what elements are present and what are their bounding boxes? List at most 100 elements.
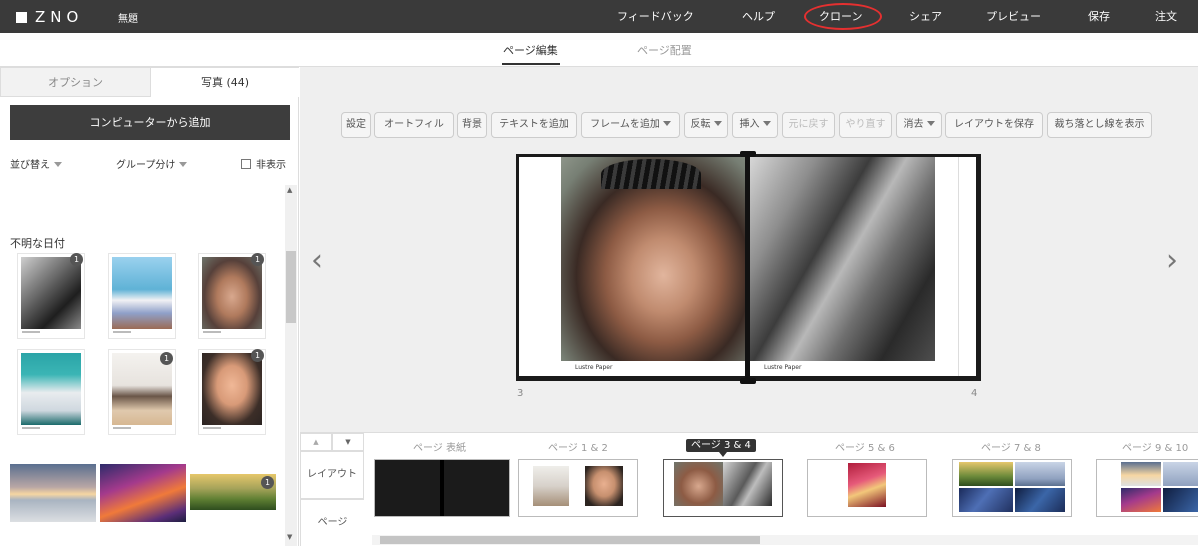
sort-dropdown[interactable]: 並び替え [10,156,62,171]
left-page[interactable]: Lustre Paper [519,157,747,376]
page-spread: Lustre Paper Lustre Paper [516,151,981,384]
photo-image [112,257,172,329]
spread-thumbnail-3-4[interactable] [664,460,782,516]
scroll-up-icon[interactable]: ▲ [287,186,292,194]
photo-list-scrollbar[interactable] [285,185,297,546]
photo-caption [113,427,131,429]
autofill-button[interactable]: オートフィル [374,112,454,138]
save-layout-button[interactable]: レイアウトを保存 [945,112,1043,138]
page-label-1-2: ページ 1 & 2 [548,443,608,454]
logo-text: ZNO [35,8,84,26]
left-page-caption[interactable]: Lustre Paper [575,364,612,371]
gutter-bottom-marker [740,378,756,384]
photo-frame-portrait[interactable] [561,157,747,361]
previous-spread-arrow[interactable]: ‹ [311,243,323,278]
active-page-pointer [719,452,727,457]
spread-thumbnail-cover[interactable] [375,460,509,516]
save-link[interactable]: 保存 [1088,0,1110,33]
page-strip: ▲ ▼ レイアウト ページ ページ 表紙 ページ 1 & 2 ページ 3 & 4… [300,432,1198,546]
thumb-photo [1163,462,1198,486]
page-label-9-10: ページ 9 & 10 [1122,443,1189,454]
next-spread-arrow[interactable]: › [1166,243,1178,278]
thumb-photo [848,463,886,507]
show-bleed-lines-button[interactable]: 裁ち落とし線を表示 [1047,112,1152,138]
add-text-button[interactable]: テキストを追加 [491,112,577,138]
layout-tab[interactable]: レイアウト [300,451,364,499]
redo-button[interactable]: やり直す [839,112,892,138]
background-button[interactable]: 背景 [457,112,487,138]
feedback-link[interactable]: フィードバック [617,0,694,33]
photo-thumbnail-sunset-beach[interactable] [10,464,96,522]
thumb-photo [533,466,569,506]
photo-image [21,353,81,425]
add-frame-dropdown[interactable]: フレームを追加 [581,112,680,138]
scroll-down-icon[interactable]: ▼ [287,533,292,541]
photo-thumbnail-rice-terraces[interactable]: 1 [190,474,276,510]
thumb-photo [1015,488,1065,512]
usage-count-badge: 1 [160,352,173,365]
photo-thumbnail-purple-sky[interactable] [100,464,186,522]
tab-page-arrange[interactable]: ページ配置 [637,42,692,58]
preview-link[interactable]: プレビュー [986,0,1041,33]
photo-caption [203,331,221,333]
thumb-photo [1121,488,1161,512]
tab-page-edit[interactable]: ページ編集 [503,42,558,58]
thumb-photo [674,462,723,506]
spread-thumbnail-5-6[interactable] [808,460,926,516]
document-title[interactable]: 無題 [118,10,138,25]
right-page-number: 4 [971,388,978,399]
chevron-down-icon [713,121,722,126]
add-frame-label: フレームを追加 [590,119,660,130]
flip-label: 反転 [690,119,711,130]
share-link[interactable]: シェア [909,0,942,33]
right-page[interactable]: Lustre Paper [750,157,976,376]
photo-thumbnail-bride-teal[interactable] [18,350,84,434]
page-strip-scroll-thumb[interactable] [380,536,760,544]
photo-image [202,257,262,329]
undo-button[interactable]: 元に戻す [782,112,835,138]
tab-options[interactable]: オプション [0,67,151,97]
crown-shape [601,159,701,189]
chevron-down-icon [179,162,188,167]
photo-thumbnail-bride-beach[interactable] [109,254,175,338]
date-group-header: 不明な日付 [10,237,65,250]
strip-down-arrow-icon[interactable]: ▼ [332,433,364,451]
photo-caption [22,427,40,429]
page-strip-scrollbar[interactable] [372,535,1198,545]
insert-dropdown[interactable]: 挿入 [732,112,778,138]
add-from-computer-button[interactable]: コンピューターから追加 [10,105,290,140]
page-tab[interactable]: ページ [300,499,364,546]
settings-button[interactable]: 設定 [341,112,371,138]
photo-thumbnail-couple-bw[interactable]: 1 [18,253,84,338]
order-link[interactable]: 注文 [1155,0,1177,33]
photo-thumbnail-couple-sand[interactable]: 1 [109,350,175,434]
flip-dropdown[interactable]: 反転 [684,112,728,138]
thumb-photo [959,488,1013,512]
photo-thumbnail-portrait-crown[interactable]: 1 [199,253,265,338]
hide-used-toggle[interactable]: 非表示 [241,156,286,171]
photo-frame-couple-bw[interactable] [750,157,935,361]
hide-checkbox[interactable] [241,159,251,169]
clear-label: 消去 [903,119,924,130]
help-link[interactable]: ヘルプ [742,0,775,33]
spread-thumbnail-7-8[interactable] [953,460,1071,516]
spread-thumbnail-1-2[interactable] [519,460,637,516]
hide-label: 非表示 [256,160,286,171]
photo-caption [22,331,40,333]
photo-image [202,353,262,425]
chevron-down-icon [54,162,62,167]
clone-highlight-circle [804,3,882,30]
edit-mode-tabs: ページ編集 ページ配置 [0,33,1198,67]
photo-list-scroll-thumb[interactable] [286,251,296,323]
photo-caption [203,427,221,429]
spread-thumbnail-9-10[interactable] [1097,460,1198,516]
photo-thumbnail-baby-bow[interactable]: 1 [199,349,265,434]
strip-up-arrow-icon[interactable]: ▲ [300,433,332,451]
zno-logo[interactable]: ZNO [16,8,83,26]
page-label-5-6: ページ 5 & 6 [835,443,895,454]
group-dropdown[interactable]: グループ分け [116,156,188,171]
cover-spine [440,460,444,516]
right-page-caption[interactable]: Lustre Paper [764,364,801,371]
tab-photos[interactable]: 写真 (44) [151,67,299,97]
clear-dropdown[interactable]: 消去 [896,112,942,138]
